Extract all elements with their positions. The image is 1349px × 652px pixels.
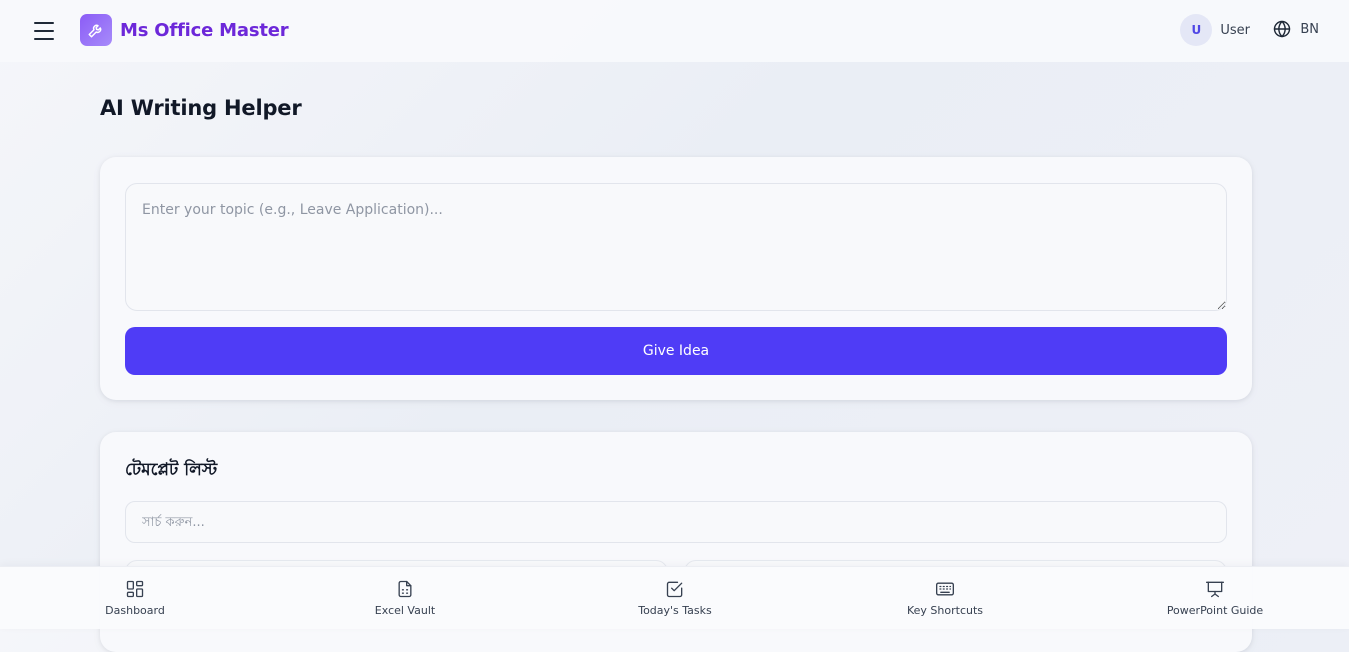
page-title: AI Writing Helper [100, 96, 302, 120]
app-name: Ms Office Master [120, 19, 289, 41]
user-menu[interactable]: U User [1180, 14, 1250, 46]
nav-label: Key Shortcuts [906, 604, 984, 617]
nav-label: Excel Vault [374, 604, 436, 617]
nav-key-shortcuts[interactable]: Key Shortcuts [875, 579, 1015, 617]
give-idea-button[interactable]: Give Idea [125, 327, 1227, 375]
keyboard-icon [936, 582, 954, 596]
nav-todays-tasks[interactable]: Today's Tasks [605, 579, 745, 617]
hamburger-menu-icon[interactable] [32, 19, 56, 43]
nav-powerpoint-guide[interactable]: PowerPoint Guide [1145, 579, 1285, 617]
document-icon [398, 580, 412, 598]
nav-dashboard[interactable]: Dashboard [65, 579, 205, 617]
nav-label: Today's Tasks [638, 604, 712, 617]
globe-icon [1274, 20, 1291, 38]
language-switcher[interactable]: BN [1272, 19, 1319, 39]
top-bar: Ms Office Master U User BN [0, 0, 1349, 62]
nav-excel-vault[interactable]: Excel Vault [335, 579, 475, 617]
bottom-nav: Dashboard Excel Vault Today's Tasks Key … [0, 566, 1349, 629]
user-label: User [1220, 22, 1250, 38]
nav-label: PowerPoint Guide [1166, 604, 1264, 617]
idea-card: Give Idea [100, 157, 1252, 400]
avatar: U [1180, 14, 1213, 46]
language-label: BN [1300, 21, 1319, 37]
presentation-icon [1206, 581, 1224, 598]
checkbox-icon [666, 581, 683, 598]
wrench-icon [80, 14, 112, 46]
brand[interactable]: Ms Office Master [80, 14, 289, 46]
templates-title: টেমপ্লেট লিস্ট [125, 460, 218, 480]
dashboard-icon [126, 580, 144, 598]
topic-input[interactable] [125, 183, 1227, 311]
template-search-input[interactable] [125, 501, 1227, 543]
nav-label: Dashboard [105, 604, 165, 617]
